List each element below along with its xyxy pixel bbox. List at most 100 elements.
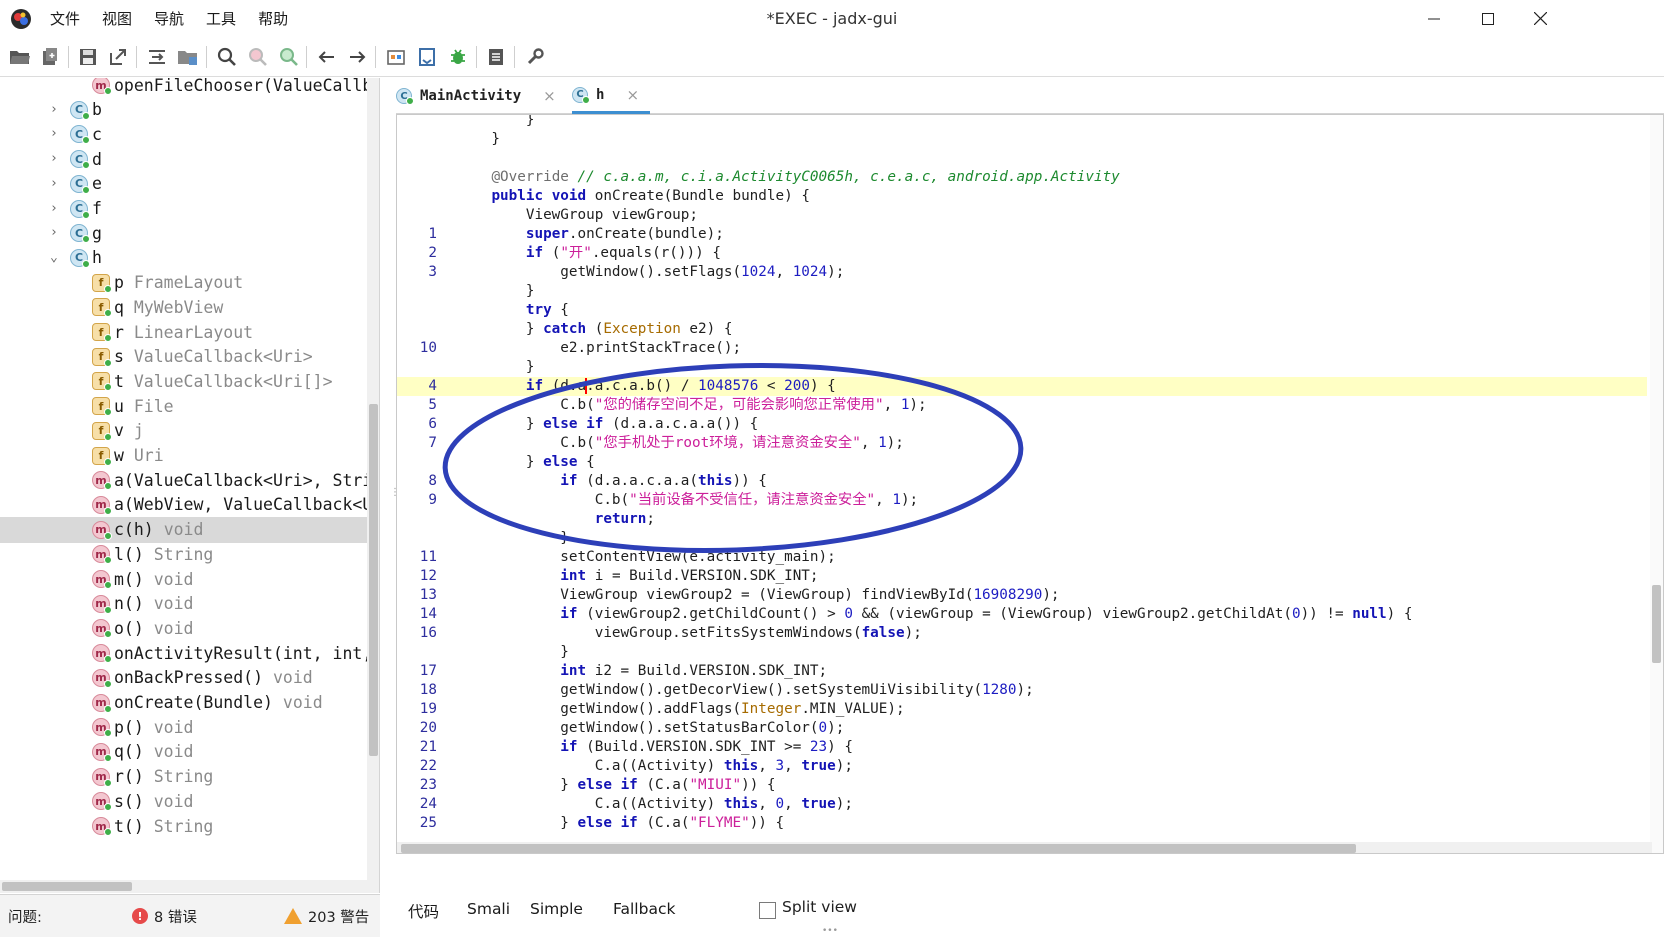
split-view-checkbox[interactable] — [759, 902, 776, 919]
tree-row-method[interactable]: m a(ValueCallback<Uri>, Stri — [0, 467, 379, 493]
code-line[interactable]: 22 C.a((Activity) this, 3, true); — [397, 757, 1647, 776]
menu-help[interactable]: 帮助 — [258, 8, 288, 29]
tree-row-field[interactable]: fu File — [0, 393, 379, 419]
code-line[interactable]: } — [397, 358, 1647, 377]
export-button[interactable] — [106, 45, 130, 69]
tree-row-method[interactable]: m onCreate(Bundle) void — [0, 690, 379, 716]
warnings-indicator[interactable]: 203 警告 — [284, 906, 369, 927]
tab-h[interactable]: C h × — [572, 78, 650, 114]
code-line[interactable]: 18 getWindow().getDecorView().setSystemU… — [397, 681, 1647, 700]
tree-row-class[interactable]: › Cg — [0, 220, 379, 246]
tree-row-method[interactable]: m t() String — [0, 813, 379, 839]
tree-row-field[interactable]: ft ValueCallback<Uri[]> — [0, 368, 379, 394]
debug-button[interactable] — [446, 45, 470, 69]
tree-row-method[interactable]: m m() void — [0, 566, 379, 592]
code-line[interactable]: 13 ViewGroup viewGroup2 = (ViewGroup) fi… — [397, 586, 1647, 605]
tree-row-method[interactable]: m a(WebView, ValueCallback<U — [0, 492, 379, 518]
code-line[interactable]: 1 super.onCreate(bundle); — [397, 225, 1647, 244]
code-line[interactable]: 4 if (d.a.a.c.a.b() / 1048576 < 200) { — [397, 377, 1647, 396]
code-line[interactable]: 21 if (Build.VERSION.SDK_INT >= 23) { — [397, 738, 1647, 757]
tree-row-field[interactable]: fw Uri — [0, 443, 379, 469]
code-line[interactable]: 12 int i = Build.VERSION.SDK_INT; — [397, 567, 1647, 586]
code-line[interactable]: } — [397, 115, 1647, 130]
code-vertical-scrollbar[interactable] — [1650, 115, 1663, 853]
tree-row-method[interactable]: m n() void — [0, 591, 379, 617]
find-usage-button[interactable] — [277, 45, 301, 69]
code-line[interactable]: } — [397, 282, 1647, 301]
code-line[interactable] — [397, 149, 1647, 168]
add-file-button[interactable] — [38, 45, 62, 69]
code-line[interactable]: 8 if (d.a.a.c.a.a(this)) { — [397, 472, 1647, 491]
tree-horizontal-scroll-thumb[interactable] — [2, 882, 132, 891]
code-line[interactable]: public void onCreate(Bundle bundle) { — [397, 187, 1647, 206]
expand-chevron-icon[interactable]: › — [50, 103, 62, 116]
code-line[interactable]: return; — [397, 510, 1647, 529]
tree-row-method[interactable]: m onBackPressed() void — [0, 665, 379, 691]
view-tab-simple[interactable]: Simple — [530, 900, 583, 918]
code-line[interactable]: } — [397, 130, 1647, 149]
save-button[interactable] — [76, 45, 100, 69]
code-line[interactable]: } — [397, 643, 1647, 662]
tree-row-field[interactable]: fp FrameLayout — [0, 270, 379, 296]
sync-tree-button[interactable] — [145, 45, 169, 69]
code-line[interactable]: } else { — [397, 453, 1647, 472]
code-line[interactable]: } catch (Exception e2) { — [397, 320, 1647, 339]
tree-row-method[interactable]: m q() void — [0, 739, 379, 765]
tree-row-class[interactable]: › Ce — [0, 171, 379, 197]
log-button[interactable] — [484, 45, 508, 69]
expand-chevron-icon[interactable]: › — [50, 202, 62, 215]
tree-row-method[interactable]: m onActivityResult(int, int, — [0, 640, 379, 666]
view-tab-smali[interactable]: Smali — [467, 900, 510, 918]
code-line[interactable]: 2 if ("开".equals(r())) { — [397, 244, 1647, 263]
tree-horizontal-scrollbar[interactable] — [0, 880, 367, 893]
tree-row-field[interactable]: fr LinearLayout — [0, 319, 379, 345]
menu-view[interactable]: 视图 — [102, 8, 132, 29]
code-line[interactable]: 17 int i2 = Build.VERSION.SDK_INT; — [397, 662, 1647, 681]
tree-row-method[interactable]: m c(h) void — [0, 516, 379, 543]
code-horizontal-scroll-thumb[interactable] — [401, 844, 1356, 853]
code-editor[interactable]: } } @Override // c.a.a.m, c.i.a.Activity… — [396, 114, 1664, 854]
code-line[interactable]: 9 C.b("当前设备不受信任，请注意资金安全", 1); — [397, 491, 1647, 510]
tree-row-field[interactable]: fq MyWebView — [0, 294, 379, 320]
menu-file[interactable]: 文件 — [50, 8, 80, 29]
code-line[interactable]: 20 getWindow().setStatusBarColor(0); — [397, 719, 1647, 738]
tree-row-field[interactable]: fs ValueCallback<Uri> — [0, 344, 379, 370]
panel-splitter-handle[interactable]: ⋮ — [390, 488, 400, 510]
view-tab-fallback[interactable]: Fallback — [613, 900, 675, 918]
expand-chevron-icon[interactable]: › — [50, 177, 62, 190]
tab-close-icon[interactable]: × — [626, 86, 639, 104]
collapse-chevron-icon[interactable]: ⌄ — [50, 251, 62, 264]
open-folder-button[interactable] — [8, 45, 32, 69]
code-line[interactable]: 5 C.b("您的储存空间不足，可能会影响您正常使用", 1); — [397, 396, 1647, 415]
tree-vertical-scrollbar[interactable] — [367, 78, 379, 893]
tree-row-method[interactable]: m r() String — [0, 764, 379, 790]
tree-row-method[interactable]: m l() String — [0, 541, 379, 567]
menu-tools[interactable]: 工具 — [206, 8, 236, 29]
tree-row-method[interactable]: m s() void — [0, 788, 379, 814]
code-line[interactable]: 7 C.b("您手机处于root环境，请注意资金安全", 1); — [397, 434, 1647, 453]
view-tab-code[interactable]: 代码 — [408, 900, 439, 922]
code-line[interactable]: @Override // c.a.a.m, c.i.a.ActivityC006… — [397, 168, 1647, 187]
bottom-resize-grip[interactable]: ••• — [822, 926, 838, 936]
code-line[interactable]: 10 e2.printStackTrace(); — [397, 339, 1647, 358]
code-line[interactable]: 11 setContentView(e.activity_main); — [397, 548, 1647, 567]
forward-button[interactable] — [345, 45, 369, 69]
expand-chevron-icon[interactable]: › — [50, 152, 62, 165]
code-line[interactable]: 3 getWindow().setFlags(1024, 1024); — [397, 263, 1647, 282]
code-line[interactable]: } — [397, 529, 1647, 548]
back-button[interactable] — [315, 45, 339, 69]
tree-row-class[interactable]: ⌄ Ch — [0, 245, 379, 271]
minimize-button[interactable] — [1408, 0, 1460, 37]
flatten-packages-button[interactable] — [176, 45, 200, 69]
tree-row-method[interactable]: m openFileChooser(ValueCallb — [0, 78, 379, 98]
errors-indicator[interactable]: ! 8 错误 — [132, 906, 197, 927]
code-line[interactable]: ViewGroup viewGroup; — [397, 206, 1647, 225]
expand-chevron-icon[interactable]: › — [50, 226, 62, 239]
tree-row-field[interactable]: fv j — [0, 418, 379, 444]
expand-chevron-icon[interactable]: › — [50, 127, 62, 140]
code-line[interactable]: 25 } else if (C.a("FLYME")) { — [397, 814, 1647, 833]
tree-row-method[interactable]: m o() void — [0, 615, 379, 641]
maximize-button[interactable] — [1462, 0, 1514, 37]
tree-vertical-scroll-thumb[interactable] — [369, 404, 378, 756]
settings-button[interactable] — [523, 45, 547, 69]
